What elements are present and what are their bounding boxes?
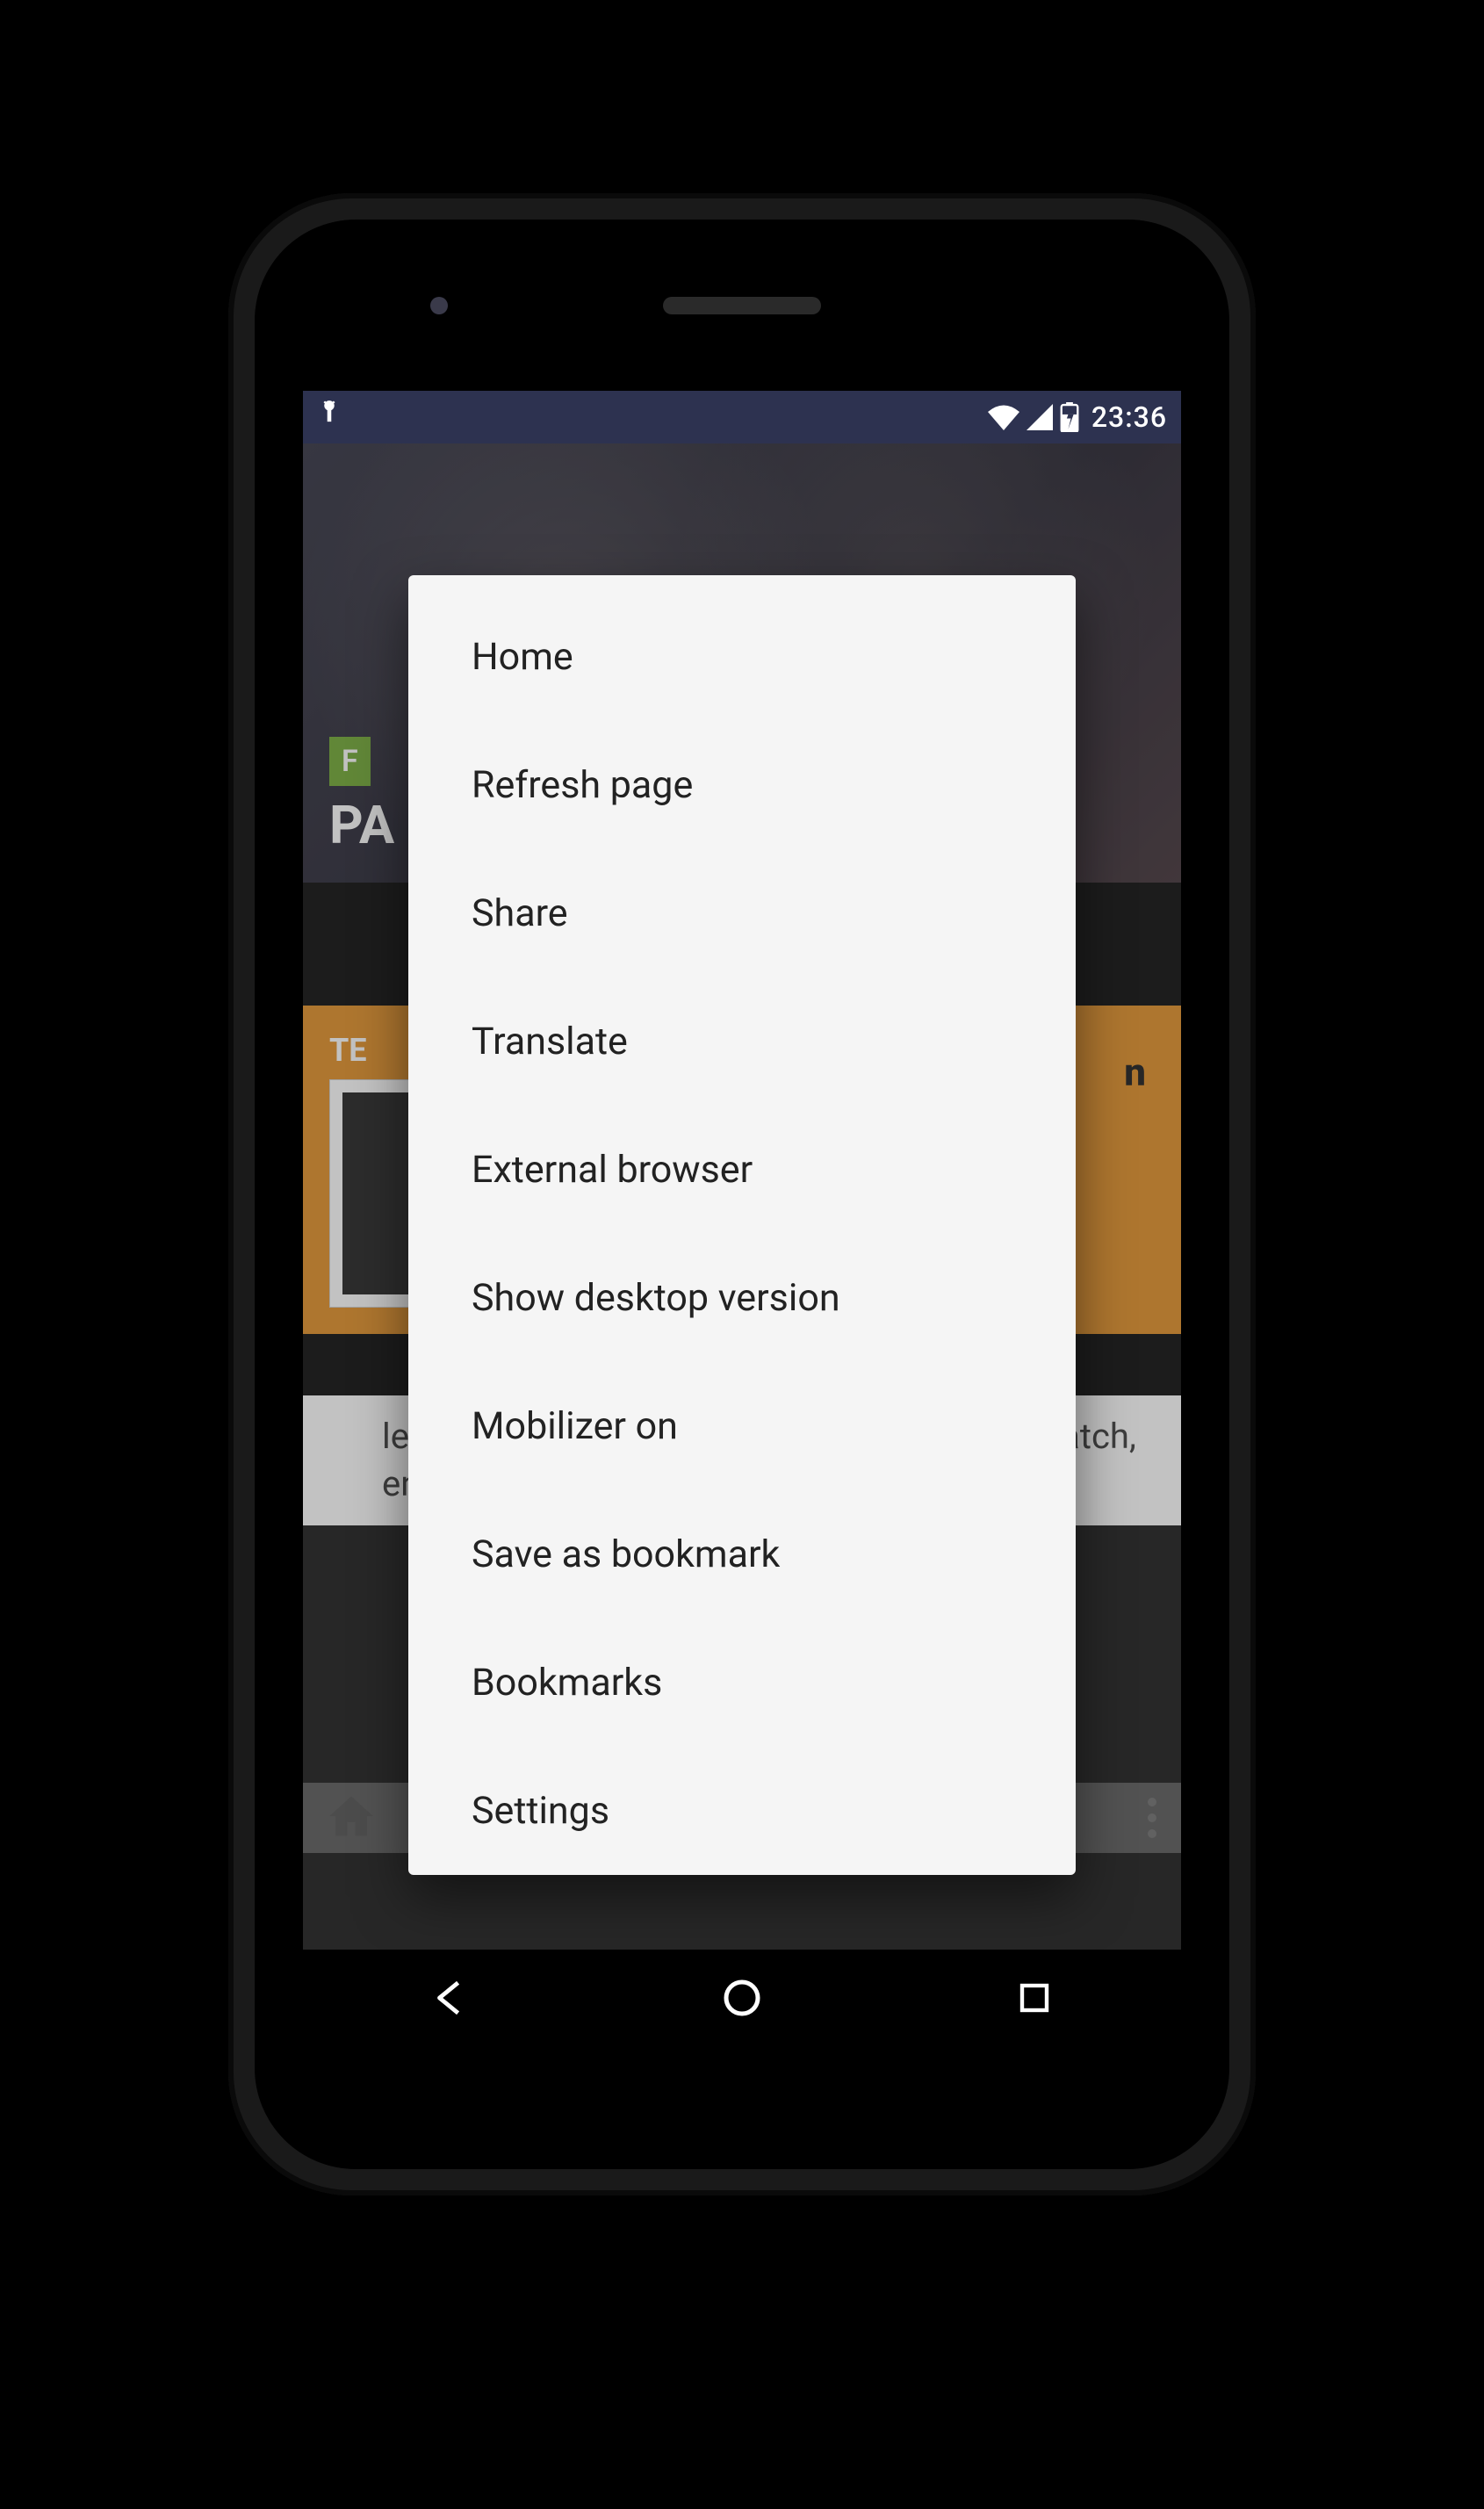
nav-back-button[interactable] xyxy=(423,1972,476,2024)
hero-title: PA xyxy=(329,794,394,856)
phone-frame: 23:36 F PA TE xyxy=(228,193,1256,2195)
phone-camera xyxy=(430,297,448,314)
battery-charging-icon xyxy=(1060,402,1079,432)
menu-item-save-bookmark[interactable]: Save as bookmark xyxy=(408,1490,1076,1619)
menu-item-external-browser[interactable]: External browser xyxy=(408,1106,1076,1234)
home-icon[interactable] xyxy=(328,1794,375,1842)
menu-item-share[interactable]: Share xyxy=(408,849,1076,977)
cellular-icon xyxy=(1027,404,1053,430)
menu-item-desktop-version[interactable]: Show desktop version xyxy=(408,1234,1076,1362)
menu-item-settings[interactable]: Settings xyxy=(408,1747,1076,1875)
status-bar: 23:36 xyxy=(303,391,1181,443)
status-clock: 23:36 xyxy=(1091,400,1167,434)
wifi-icon xyxy=(988,404,1019,430)
category-badge: F xyxy=(329,737,371,786)
options-menu: Home Refresh page Share Translate Extern… xyxy=(408,575,1076,1875)
nav-recent-button[interactable] xyxy=(1008,1972,1061,2024)
phone-bezel: 23:36 F PA TE xyxy=(255,220,1229,2169)
menu-item-mobilizer[interactable]: Mobilizer on xyxy=(408,1362,1076,1490)
android-debug-icon xyxy=(317,400,342,435)
menu-item-bookmarks[interactable]: Bookmarks xyxy=(408,1619,1076,1747)
android-nav-bar xyxy=(303,1950,1181,2046)
screen: 23:36 F PA TE xyxy=(303,391,1181,2046)
overflow-menu-icon[interactable] xyxy=(1148,1798,1156,1838)
menu-item-home[interactable]: Home xyxy=(408,593,1076,721)
menu-item-translate[interactable]: Translate xyxy=(408,977,1076,1106)
nav-home-button[interactable] xyxy=(716,1972,768,2024)
phone-speaker xyxy=(663,297,821,314)
menu-item-refresh[interactable]: Refresh page xyxy=(408,721,1076,849)
